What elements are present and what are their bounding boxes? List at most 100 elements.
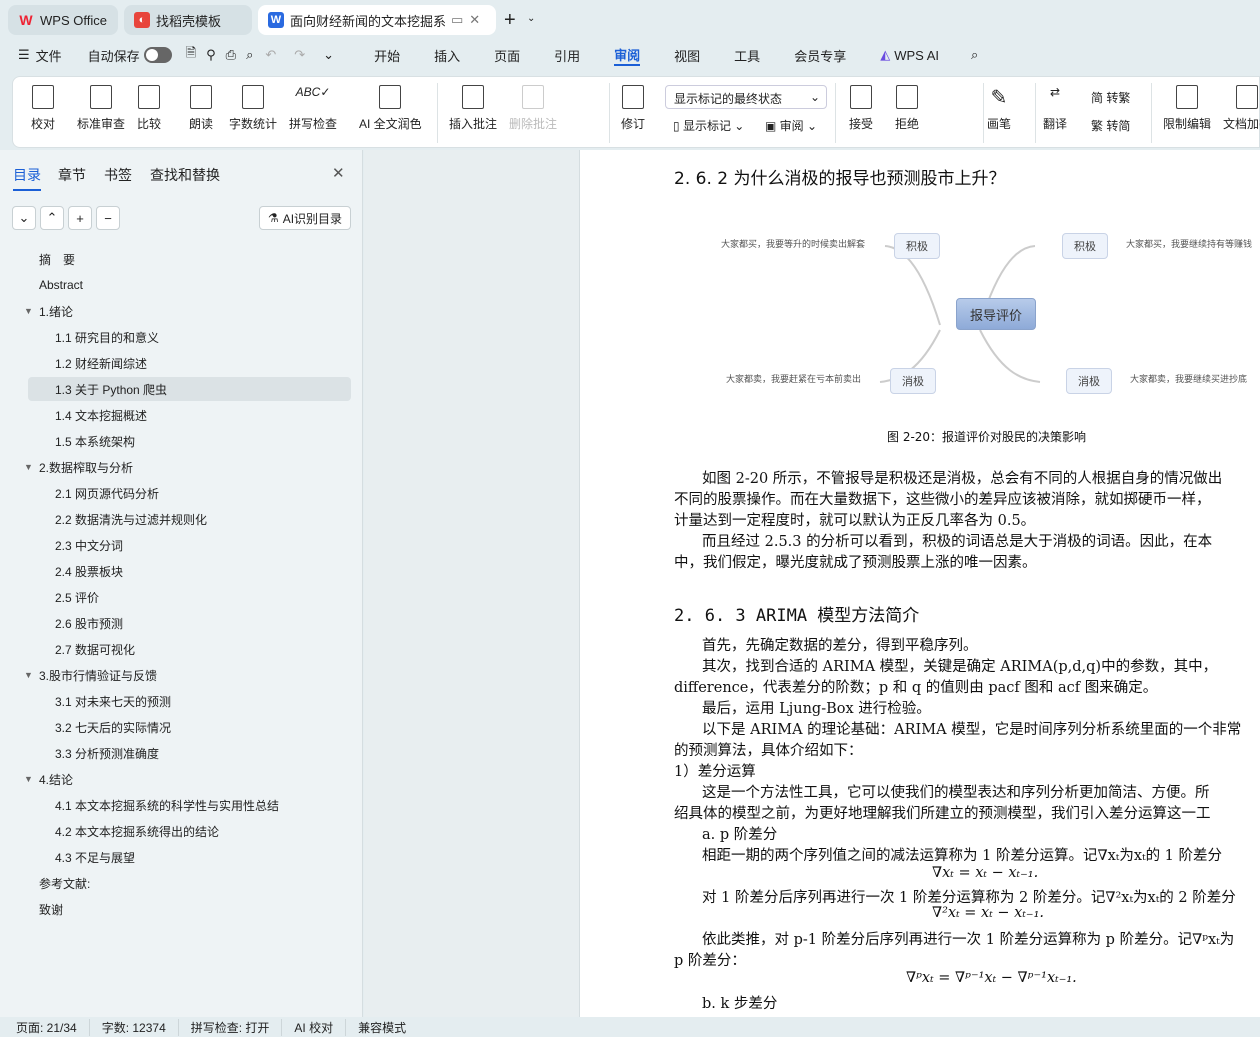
accept-button[interactable]: 接受 xyxy=(849,85,873,132)
menu-tools[interactable]: 工具 xyxy=(734,46,760,65)
toc-item[interactable]: 2.4 股票板块 xyxy=(28,559,351,583)
restrict-edit-button[interactable]: 限制编辑 xyxy=(1163,85,1211,132)
chevron-down-icon[interactable]: ⌄ xyxy=(527,13,535,24)
toc-item[interactable]: 3.2 七天后的实际情况 xyxy=(28,715,351,739)
word-count[interactable]: 字数: 12374 xyxy=(90,1018,179,1036)
spell-check-button[interactable]: ABC✓ 拼写检查 xyxy=(289,85,337,132)
caret-down-icon[interactable]: ▼ xyxy=(24,670,33,680)
compare-icon xyxy=(138,85,160,109)
page-indicator[interactable]: 页面: 21/34 xyxy=(0,1018,90,1036)
compare-button[interactable]: 比较 xyxy=(137,85,161,132)
menu-member[interactable]: 会员专享 xyxy=(794,46,846,65)
body-text-line: p 阶差分： xyxy=(674,953,746,969)
menu-page[interactable]: 页面 xyxy=(494,46,520,65)
menu-file[interactable]: 文件 xyxy=(36,46,62,65)
to-simplified-button[interactable]: 繁 转简 xyxy=(1091,117,1130,134)
spell-check-status[interactable]: 拼写检查: 打开 xyxy=(179,1018,283,1036)
toc-item[interactable]: ▼ 2.数据榨取与分析 xyxy=(24,455,351,479)
ai-proofread-status[interactable]: AI 校对 xyxy=(282,1018,347,1036)
toc-item[interactable]: Abstract xyxy=(28,273,351,297)
toc-item[interactable]: 1.1 研究目的和意义 xyxy=(28,325,351,349)
read-aloud-button[interactable]: 朗读 xyxy=(189,85,213,132)
encrypt-button[interactable]: 文档加密 xyxy=(1223,85,1260,132)
translate-button[interactable]: ⇄ 翻译 xyxy=(1043,85,1067,132)
document-page[interactable]: 2. 6. 2 为什么消极的报导也预测股市上升？ 积极 积极 消极 消极 报导评… xyxy=(580,150,1260,1017)
close-tab-icon[interactable]: ✕ xyxy=(469,12,480,28)
undo-icon[interactable]: ↶ xyxy=(265,47,276,63)
hamburger-icon[interactable]: ☰ xyxy=(18,47,30,63)
remove-heading-button[interactable]: − xyxy=(96,206,120,230)
word-count-button[interactable]: 字数统计 xyxy=(229,85,277,132)
markup-state-select[interactable]: 显示标记的最终状态 ⌄ xyxy=(665,85,827,109)
track-changes-button[interactable]: 修订 xyxy=(621,85,645,132)
insert-comment-button[interactable]: 插入批注 xyxy=(449,85,497,132)
toc-item[interactable]: 摘 要 xyxy=(28,247,351,271)
caret-down-icon[interactable]: ▼ xyxy=(24,462,33,472)
new-tab-icon[interactable]: + xyxy=(504,9,516,32)
to-traditional-button[interactable]: 简 转繁 xyxy=(1091,89,1130,106)
toc-item[interactable]: 2.2 数据清洗与过滤并规则化 xyxy=(28,507,351,531)
delete-comment-button[interactable]: 删除批注 xyxy=(509,85,557,132)
ai-toc-button[interactable]: ⚗ AI识别目录 xyxy=(259,206,351,230)
writer-logo-icon: W xyxy=(268,12,284,28)
more-chevron-icon[interactable]: ⌄ xyxy=(323,47,334,63)
body-text-line: 相距一期的两个序列值之间的减法运算称为 1 阶差分运算。记∇xₜ为xₜ的 1 阶… xyxy=(702,848,1223,864)
toc-item[interactable]: 2.6 股市预测 xyxy=(28,611,351,635)
menu-references[interactable]: 引用 xyxy=(554,46,580,65)
toc-item[interactable]: 2.5 评价 xyxy=(28,585,351,609)
monitor-icon[interactable]: ▭ xyxy=(451,12,463,28)
standard-review-button[interactable]: 标准审查 xyxy=(77,85,125,132)
toc-item[interactable]: 2.1 网页源代码分析 xyxy=(28,481,351,505)
toc-item[interactable]: 2.3 中文分词 xyxy=(28,533,351,557)
toc-item[interactable]: 4.1 本文本挖掘系统的科学性与实用性总结 xyxy=(28,793,351,817)
toc-item[interactable]: ▼ 3.股市行情验证与反馈 xyxy=(24,663,351,687)
tab-document[interactable]: W 面向财经新闻的文本挖掘系统 ▭ ✕ xyxy=(258,5,496,35)
toc-item[interactable]: 致谢 xyxy=(28,897,351,921)
tab-chapters[interactable]: 章节 xyxy=(58,165,86,185)
add-heading-button[interactable]: + xyxy=(68,206,92,230)
close-pane-icon[interactable]: ✕ xyxy=(332,164,345,182)
tab-find-replace[interactable]: 查找和替换 xyxy=(150,165,220,185)
show-markup-button[interactable]: ▯ 显示标记 ⌄ xyxy=(673,117,744,134)
tab-bookmarks[interactable]: 书签 xyxy=(104,165,132,185)
tab-toc[interactable]: 目录 xyxy=(13,165,41,191)
toc-item[interactable]: 4.2 本文本挖掘系统得出的结论 xyxy=(28,819,351,843)
wps-ai-icon: ◭ xyxy=(880,47,891,62)
menu-wps-ai[interactable]: WPS AI xyxy=(894,48,939,63)
toc-item[interactable]: 参考文献: xyxy=(28,871,351,895)
search-icon[interactable]: ⌕ xyxy=(971,47,978,63)
toc-item[interactable]: ▼ 4.结论 xyxy=(24,767,351,791)
toc-item[interactable]: 4.3 不足与展望 xyxy=(28,845,351,869)
toc-item[interactable]: 2.7 数据可视化 xyxy=(28,637,351,661)
toc-item[interactable]: 3.3 分析预测准确度 xyxy=(28,741,351,765)
caret-down-icon[interactable]: ▼ xyxy=(24,774,33,784)
expand-down-button[interactable]: ⌄ xyxy=(12,206,36,230)
print-preview-icon[interactable]: ⌕ xyxy=(246,47,253,63)
tab-wps-office[interactable]: W WPS Office xyxy=(8,5,118,35)
menu-view[interactable]: 视图 xyxy=(674,46,700,65)
menu-review[interactable]: 审阅 xyxy=(614,45,641,66)
redo-icon[interactable]: ↷ xyxy=(294,47,305,63)
toc-item[interactable]: 1.4 文本挖掘概述 xyxy=(28,403,351,427)
toc-item[interactable]: 1.5 本系统架构 xyxy=(28,429,351,453)
tab-templates[interactable]: ◐ 找稻壳模板 xyxy=(124,5,252,35)
caret-down-icon[interactable]: ▼ xyxy=(24,306,33,316)
autosave-toggle[interactable] xyxy=(143,47,172,63)
toc-item[interactable]: 3.1 对未来七天的预测 xyxy=(28,689,351,713)
collapse-up-button[interactable]: ⌃ xyxy=(40,206,64,230)
review-pane-button[interactable]: ▣ 审阅 ⌄ xyxy=(765,117,817,134)
print-icon[interactable]: ⎙ xyxy=(226,47,236,63)
toc-item[interactable]: 1.2 财经新闻综述 xyxy=(28,351,351,375)
share-icon[interactable]: ⚲ xyxy=(206,47,216,63)
body-text-line: 最后，运用 Ljung-Box 进行检验。 xyxy=(702,701,931,717)
save-icon[interactable]: 🗎 xyxy=(186,44,196,66)
toc-item[interactable]: ▼ 1.绪论 xyxy=(24,299,351,323)
toc-item[interactable]: 1.3 关于 Python 爬虫 xyxy=(28,377,351,401)
pen-button[interactable]: ✎ 画笔 xyxy=(987,85,1011,132)
menu-home[interactable]: 开始 xyxy=(374,46,400,65)
proofread-button[interactable]: 校对 xyxy=(31,85,55,132)
menu-insert[interactable]: 插入 xyxy=(434,46,460,65)
ai-polish-button[interactable]: AI 全文润色 xyxy=(359,85,422,132)
read-aloud-icon xyxy=(190,85,212,109)
reject-button[interactable]: 拒绝 xyxy=(895,85,919,132)
